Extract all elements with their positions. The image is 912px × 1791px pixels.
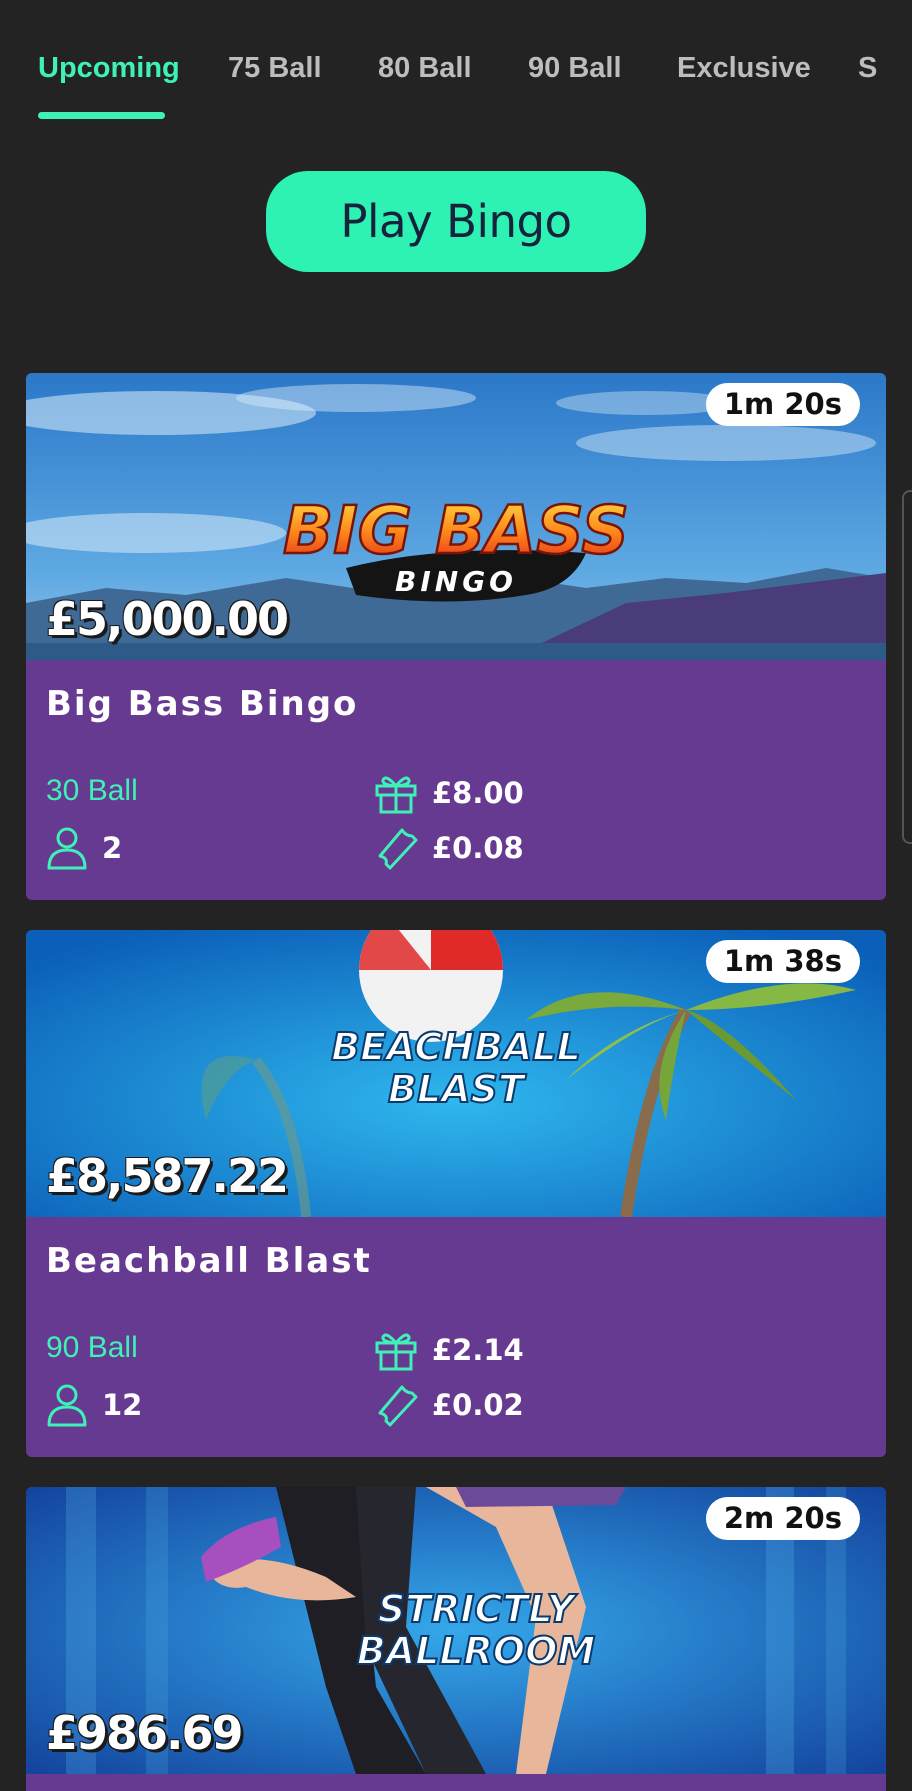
active-tab-indicator — [38, 112, 165, 119]
ticket-price-value: £0.08 — [432, 831, 524, 865]
players-value: 12 — [102, 1388, 143, 1422]
players-value: 2 — [102, 831, 123, 865]
countdown-badge: 1m 38s — [705, 940, 860, 983]
game-card-big-bass-bingo[interactable]: BIG BASS BINGO 1m 20s £5,000.00 Big Bass… — [26, 373, 886, 900]
play-bingo-button[interactable]: Play Bingo — [266, 171, 646, 272]
game-title: Big Bass Bingo — [46, 684, 359, 724]
game-card-beachball-blast[interactable]: BEACHBALL BLAST 1m 38s £8,587.22 Beachba… — [26, 930, 886, 1457]
jackpot-amount: £986.69 — [46, 1706, 244, 1760]
ticket-price-value: £0.02 — [432, 1388, 524, 1422]
user-icon — [47, 827, 87, 870]
game-banner: BEACHBALL BLAST 1m 38s £8,587.22 — [26, 930, 886, 1217]
countdown-badge: 1m 20s — [705, 383, 860, 426]
tab-more[interactable]: S — [858, 52, 877, 85]
user-icon — [47, 1384, 87, 1427]
scroll-indicator — [902, 490, 912, 844]
gift-icon — [375, 1333, 417, 1371]
ball-type-label: 90 Ball — [46, 1331, 138, 1364]
prize-info: £8.00 — [374, 772, 524, 814]
game-info: Beachball Blast 90 Ball 12 £2.14 £0.02 — [26, 1217, 886, 1457]
jackpot-amount: £8,587.22 — [46, 1149, 289, 1203]
countdown-badge: 2m 20s — [705, 1497, 860, 1540]
player-count: 12 — [46, 1383, 142, 1427]
player-count: 2 — [46, 826, 122, 870]
prize-value: £8.00 — [432, 776, 524, 810]
game-banner: BIG BASS BINGO 1m 20s £5,000.00 — [26, 373, 886, 660]
ticket-icon — [378, 828, 418, 870]
logo-line2: BLAST — [388, 1067, 527, 1111]
game-card-strictly-ballroom[interactable]: STRICTLY BALLROOM 2m 20s £986.69 — [26, 1487, 886, 1791]
prize-value: £2.14 — [432, 1333, 524, 1367]
prize-info: £2.14 — [374, 1329, 524, 1371]
tab-exclusive[interactable]: Exclusive — [677, 52, 811, 85]
game-type-tabs: Upcoming 75 Ball 80 Ball 90 Ball Exclusi… — [0, 0, 912, 130]
game-info: Big Bass Bingo 30 Ball 2 £8.00 £0.08 — [26, 660, 886, 900]
ticket-icon — [378, 1385, 418, 1427]
ticket-price-info: £0.08 — [374, 826, 524, 870]
tab-80-ball[interactable]: 80 Ball — [378, 52, 472, 85]
logo-line1: BIG BASS — [283, 492, 629, 569]
tab-upcoming[interactable]: Upcoming — [38, 52, 180, 85]
logo-line2: BINGO — [395, 565, 517, 598]
ball-type-label: 30 Ball — [46, 774, 138, 807]
logo-line1: STRICTLY — [378, 1587, 578, 1631]
tab-75-ball[interactable]: 75 Ball — [228, 52, 322, 85]
ticket-price-info: £0.02 — [374, 1383, 524, 1427]
game-banner: STRICTLY BALLROOM 2m 20s £986.69 — [26, 1487, 886, 1774]
game-title: Beachball Blast — [46, 1241, 372, 1281]
tab-90-ball[interactable]: 90 Ball — [528, 52, 622, 85]
logo-line2: BALLROOM — [357, 1629, 596, 1673]
logo-line1: BEACHBALL — [331, 1025, 581, 1069]
gift-icon — [375, 776, 417, 814]
jackpot-amount: £5,000.00 — [46, 592, 289, 646]
